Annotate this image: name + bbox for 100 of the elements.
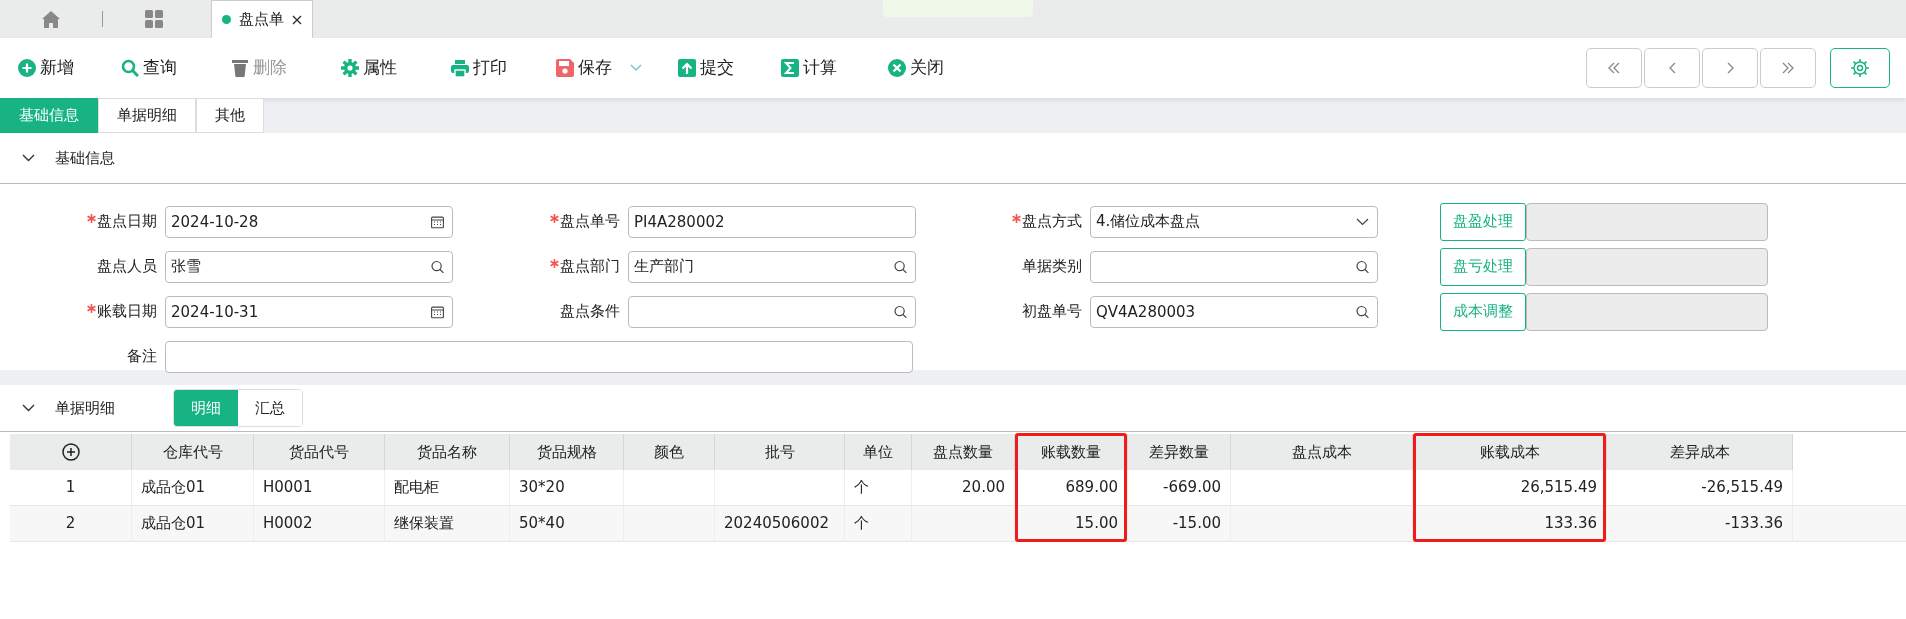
toolbar-button[interactable]: 新增: [18, 55, 121, 81]
first-page-button[interactable]: [1586, 48, 1642, 88]
table-cell: H0001: [254, 470, 385, 506]
table-cell: 20240506002: [715, 506, 845, 542]
last-page-button[interactable]: [1760, 48, 1816, 88]
plus-circle-icon: [18, 59, 36, 77]
next-button[interactable]: [1702, 48, 1758, 88]
table-cell: 成品仓01: [132, 470, 254, 506]
field-label: 盘点日期: [97, 211, 157, 233]
toolbar-button[interactable]: 保存: [556, 55, 678, 81]
calendar-icon: [431, 215, 444, 228]
toolbar-button[interactable]: 关闭: [888, 55, 988, 81]
table-cell: 配电柜: [385, 470, 510, 506]
double-chevron-right-icon: [1781, 62, 1795, 74]
toolbar-button[interactable]: 属性: [341, 55, 451, 81]
add-row-icon[interactable]: [61, 443, 80, 461]
field-label: 初盘单号: [1022, 301, 1082, 323]
table-cell: -26,515.49: [1607, 470, 1793, 506]
document-tab[interactable]: 盘点单: [211, 0, 313, 38]
column-header: 差异数量: [1128, 434, 1231, 470]
toolbar-button[interactable]: 打印: [451, 55, 556, 81]
table-cell: 26,515.49: [1413, 470, 1607, 506]
section-title: 单据明细: [55, 397, 115, 419]
close-icon[interactable]: [292, 14, 302, 25]
section-title: 基础信息: [55, 147, 115, 169]
field-label: 单据类别: [1022, 256, 1082, 278]
search-icon[interactable]: [431, 260, 444, 273]
column-header: 差异成本: [1607, 434, 1793, 470]
column-header: 账载数量: [1015, 434, 1128, 470]
field-label: 账载日期: [97, 301, 157, 323]
settings-button[interactable]: [1830, 48, 1890, 88]
lookup-field[interactable]: 张雪: [165, 250, 453, 283]
previous-button[interactable]: [1644, 48, 1700, 88]
dropdown-field[interactable]: 4.储位成本盘点: [1090, 205, 1378, 238]
status-dot-icon: [222, 15, 231, 24]
lookup-field[interactable]: 生产部门: [628, 250, 916, 283]
chevron-right-icon: [1725, 62, 1735, 74]
field-label: 盘点条件: [560, 301, 620, 323]
field-label: 盘点单号: [560, 211, 620, 233]
toolbar-button[interactable]: 查询: [121, 55, 231, 81]
chevron-left-icon: [1667, 62, 1677, 74]
settings-icon: [1850, 58, 1870, 78]
date-field[interactable]: 2024-10-28: [165, 205, 453, 238]
table-cell: 15.00: [1015, 506, 1128, 542]
column-header: 颜色: [624, 434, 715, 470]
column-header: 仓库代号: [132, 434, 254, 470]
double-chevron-left-icon: [1607, 62, 1621, 74]
column-header: 盘点成本: [1231, 434, 1413, 470]
field-label: 备注: [127, 346, 157, 368]
table-cell: H0002: [254, 506, 385, 542]
upload-arrow-icon: [678, 59, 696, 77]
table-cell: 133.36: [1413, 506, 1607, 542]
input-field[interactable]: [165, 340, 913, 373]
table-cell: 30*20: [510, 470, 624, 506]
column-header: 盘点数量: [912, 434, 1015, 470]
column-header: 货品规格: [510, 434, 624, 470]
table-cell: 20.00: [912, 470, 1015, 506]
field-label: 盘点人员: [97, 256, 157, 278]
section-tab[interactable]: 其他: [196, 98, 264, 133]
caret-icon: [630, 64, 642, 72]
lookup-field[interactable]: QV4A280003: [1090, 295, 1378, 328]
section-tab[interactable]: 单据明细: [98, 98, 196, 133]
column-header: 货品名称: [385, 434, 510, 470]
table-cell: 继保装置: [385, 506, 510, 542]
row-number: 2: [10, 506, 132, 542]
toolbar-button[interactable]: 计算: [781, 55, 888, 81]
collapse-chevron-icon[interactable]: [22, 404, 35, 412]
lookup-field[interactable]: [1090, 250, 1378, 283]
trash-icon: [231, 59, 249, 77]
column-header: 账载成本: [1413, 434, 1607, 470]
sigma-icon: [781, 59, 799, 77]
close-circle-icon: [888, 59, 906, 77]
table-cell: 50*40: [510, 506, 624, 542]
caret-icon: [1356, 217, 1369, 226]
column-header: 货品代号: [254, 434, 385, 470]
gear-icon: [341, 59, 359, 77]
home-icon[interactable]: [42, 10, 60, 28]
search-icon[interactable]: [1356, 260, 1369, 273]
column-header: 批号: [715, 434, 845, 470]
printer-icon: [451, 59, 469, 77]
search-icon[interactable]: [894, 260, 907, 273]
table-cell: 成品仓01: [132, 506, 254, 542]
search-icon[interactable]: [894, 305, 907, 318]
lookup-field[interactable]: [628, 295, 916, 328]
table-cell: -669.00: [1128, 470, 1231, 506]
table-cell: 689.00: [1015, 470, 1128, 506]
collapse-chevron-icon[interactable]: [22, 154, 35, 162]
table-cell: 个: [845, 470, 912, 506]
toolbar-button[interactable]: 提交: [678, 55, 781, 81]
search-icon[interactable]: [1356, 305, 1369, 318]
row-number: 1: [10, 470, 132, 506]
column-header: 单位: [845, 434, 912, 470]
field-label: 盘点部门: [560, 256, 620, 278]
date-field[interactable]: 2024-10-31: [165, 295, 453, 328]
table-cell: -15.00: [1128, 506, 1231, 542]
field-label: 盘点方式: [1022, 211, 1082, 233]
grid-icon[interactable]: [145, 10, 163, 28]
search-icon: [121, 59, 139, 77]
input-field[interactable]: PI4A280002: [628, 205, 916, 238]
tab-label[interactable]: 盘点单: [239, 8, 284, 31]
